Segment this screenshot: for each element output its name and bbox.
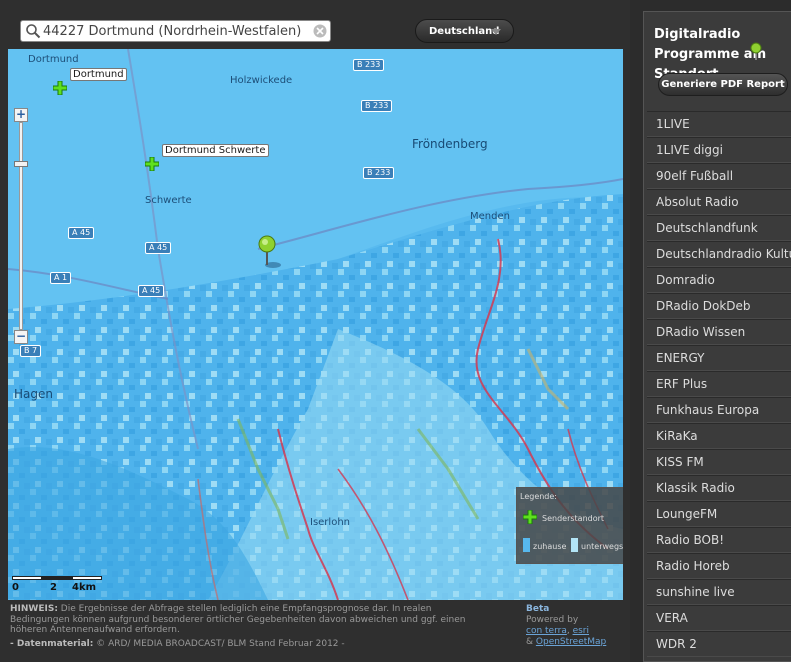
station-item[interactable]: Radio BOB! (647, 527, 791, 553)
road-shield: B 7 (20, 345, 42, 357)
station-item[interactable]: Deutschlandradio Kultur (647, 241, 791, 267)
station-item[interactable]: Funkhaus Europa (647, 397, 791, 423)
zoom-slider-handle[interactable] (14, 161, 28, 167)
scale-label: 0 (12, 582, 19, 593)
zoom-slider-track[interactable] (19, 122, 23, 330)
station-item[interactable]: Absolut Radio (647, 189, 791, 215)
station-item[interactable]: ERF Plus (647, 371, 791, 397)
transmitter-label: Dortmund Schwerte (162, 144, 269, 157)
esri-link[interactable]: esri (573, 626, 589, 636)
data-source-text: © ARD/ MEDIA BROADCAST/ BLM Stand Februa… (93, 639, 345, 649)
scale-label: 2 (50, 582, 57, 593)
coverage-map[interactable]: Dortmund Holzwickede Fröndenberg Schwert… (8, 49, 623, 600)
station-item[interactable]: ENERGY (647, 345, 791, 371)
road-shield: A 45 (68, 227, 95, 239)
station-item[interactable]: sunshine live (647, 579, 791, 605)
hint-body: Die Ergebnisse der Abfrage stellen ledig… (10, 604, 466, 635)
place-label: Hagen (14, 387, 53, 401)
station-list: 1LIVE 1LIVE diggi 90elf Fußball Absolut Rad… (647, 111, 791, 657)
station-item[interactable]: 1LIVE diggi (647, 137, 791, 163)
zoom-control: + − (14, 108, 28, 345)
scale-segment (12, 576, 42, 580)
legend-mobile-label: unterwegs (581, 542, 623, 551)
transmitter-plus-icon[interactable] (145, 157, 159, 171)
place-label: Schwerte (145, 195, 192, 206)
station-item[interactable]: DRadio DokDeb (647, 293, 791, 319)
clear-search-icon[interactable] (313, 24, 327, 38)
station-item[interactable]: DRadio Wissen (647, 319, 791, 345)
country-select[interactable]: Deutschland (415, 19, 514, 43)
transmitter-label: Dortmund (70, 68, 127, 81)
station-item[interactable]: VERA (647, 605, 791, 631)
credit-links: con terra, esri (526, 626, 621, 637)
scale-bar: 0 2 4km (12, 576, 102, 596)
station-item[interactable]: KiRaKa (647, 423, 791, 449)
legend-station-label: Senderstandort (542, 514, 605, 523)
legend-mobile-swatch (571, 538, 578, 552)
station-item[interactable]: 90elf Fußball (647, 163, 791, 189)
road-shield: B 233 (361, 100, 393, 112)
powered-by: Powered by (526, 615, 579, 625)
map-legend: Legende: Senderstandort zuhause unterweg… (516, 487, 623, 564)
zoom-out-button[interactable]: − (14, 330, 28, 344)
map-footer: HINWEIS: Die Ergebnisse der Abfrage stel… (8, 603, 623, 659)
place-label: Iserlohn (310, 517, 350, 528)
credit-links: & OpenStreetMap (526, 637, 621, 648)
road-shield: A 45 (145, 242, 172, 254)
place-label: Dortmund (28, 54, 79, 65)
station-item[interactable]: Deutschlandfunk (647, 215, 791, 241)
station-item[interactable]: Klassik Radio (647, 475, 791, 501)
country-select-label: Deutschland (429, 26, 500, 37)
road-shield: B 233 (353, 59, 385, 71)
zoom-in-button[interactable]: + (14, 108, 28, 122)
place-label: Fröndenberg (412, 137, 488, 151)
generate-pdf-button[interactable]: Generiere PDF Report (658, 73, 788, 96)
place-label: Menden (470, 211, 510, 222)
legend-home-label: zuhause (533, 542, 567, 551)
station-item[interactable]: Radio Horeb (647, 553, 791, 579)
station-item[interactable]: LoungeFM (647, 501, 791, 527)
hint-text: HINWEIS: Die Ergebnisse der Abfrage stel… (10, 604, 485, 636)
credit-ampersand: & (526, 637, 536, 647)
road-shield: A 1 (50, 272, 72, 284)
location-pin-icon[interactable] (257, 235, 281, 269)
legend-home-swatch (523, 538, 530, 552)
conterra-link[interactable]: con terra (526, 626, 567, 636)
road-shield: A 45 (138, 285, 165, 297)
chevron-down-icon (491, 29, 501, 35)
map-panel: Deutschland (0, 0, 630, 662)
search-input[interactable] (43, 22, 305, 40)
station-item[interactable]: Domradio (647, 267, 791, 293)
station-item[interactable]: WDR 2 (647, 631, 791, 657)
scale-segment (72, 576, 102, 580)
credits: Beta Powered by con terra, esri & OpenSt… (526, 604, 621, 648)
station-item[interactable]: 1LIVE (647, 111, 791, 137)
beta-badge: Beta (526, 604, 550, 614)
station-sidebar: Digitalradio Programme am Standort Gener… (643, 11, 791, 662)
hint-label: HINWEIS: (10, 604, 58, 614)
station-item[interactable]: KISS FM (647, 449, 791, 475)
osm-link[interactable]: OpenStreetMap (536, 637, 606, 647)
search-box[interactable] (20, 20, 331, 42)
transmitter-plus-icon (523, 510, 537, 524)
data-source-label: - Datenmaterial: (10, 639, 94, 649)
data-source: - Datenmaterial: © ARD/ MEDIA BROADCAST/… (10, 639, 345, 649)
transmitter-plus-icon[interactable] (53, 81, 67, 95)
scale-segment (42, 576, 72, 580)
location-pin-icon (750, 42, 762, 60)
scale-label: 4km (72, 582, 97, 593)
legend-title: Legende: (520, 492, 558, 501)
place-label: Holzwickede (230, 75, 293, 86)
search-icon (26, 24, 41, 39)
road-shield: B 233 (363, 167, 395, 179)
